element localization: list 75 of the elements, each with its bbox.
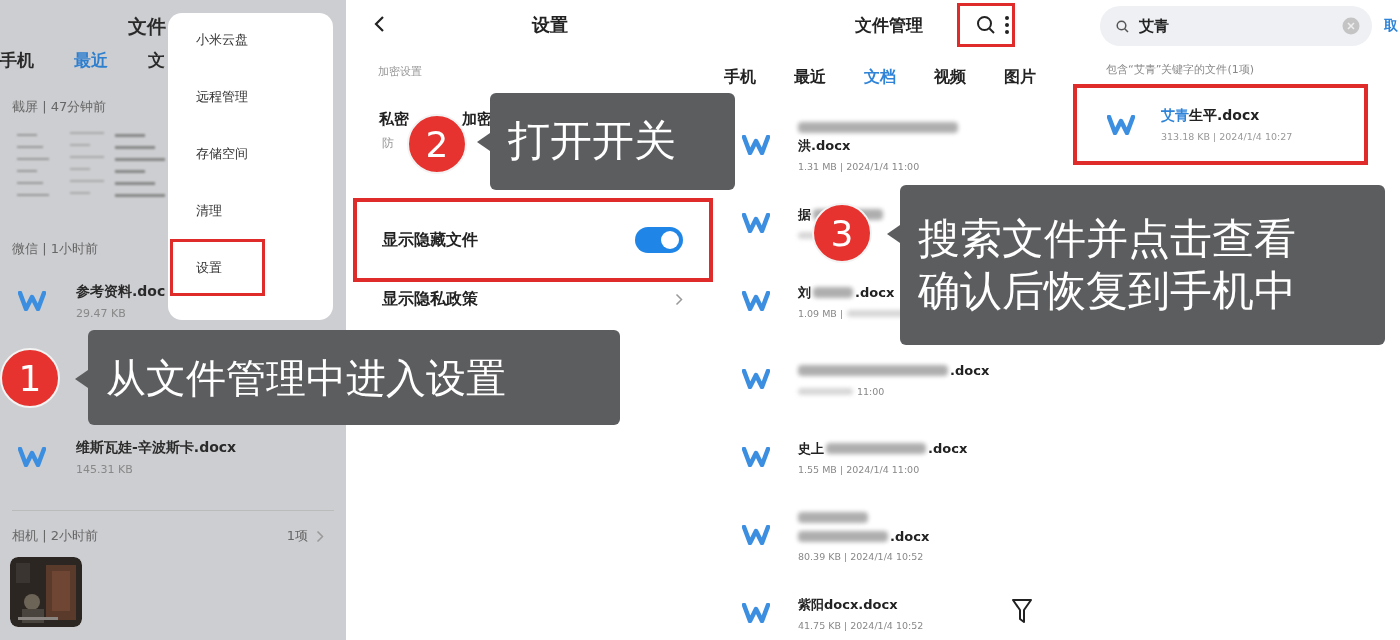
file-name: 刘 (798, 283, 811, 302)
word-document-icon (742, 603, 770, 623)
setting-subtitle: 防 (382, 135, 394, 152)
more-icon[interactable] (1005, 16, 1009, 34)
group-header: 微信 | 1小时前 (12, 240, 98, 258)
word-document-icon (742, 369, 770, 389)
menu-item[interactable]: 存储空间 (170, 125, 265, 182)
file-name: 史上 (798, 439, 824, 458)
callout-tooltip: 从文件管理中进入设置 (88, 330, 620, 425)
blurred-text (798, 387, 853, 395)
menu-item[interactable]: 小米云盘 (170, 11, 265, 68)
file-name: 洪.docx (798, 137, 851, 155)
setting-title: 显示隐藏文件 (382, 229, 478, 251)
toggle-switch[interactable] (635, 227, 683, 253)
file-meta: 11:00 (857, 385, 885, 397)
word-document-icon (742, 135, 770, 155)
group-header: 截屏 | 47分钟前 (12, 98, 107, 116)
search-field[interactable]: 艾青 (1100, 6, 1372, 46)
file-meta: 1.55 MB | 2024/1/4 11:00 (798, 463, 920, 475)
tab[interactable]: 手机 (0, 48, 34, 72)
setting-title: 私密 (379, 110, 409, 129)
word-document-icon (742, 291, 770, 311)
callout-pointer (887, 225, 900, 243)
file-name: .docx (950, 363, 990, 378)
search-result[interactable]: 艾青生平.docx 313.18 KB | 2024/1/4 10:27 (1073, 84, 1368, 165)
chevron-right-icon (675, 292, 683, 306)
tab[interactable]: 文档 (864, 66, 896, 88)
group-header: 相机 | 2小时前 (12, 527, 98, 545)
word-document-icon (742, 447, 770, 467)
callout-tooltip: 搜索文件并点击查看 确认后恢复到手机中 (900, 185, 1385, 345)
item-count: 1项 (286, 527, 308, 545)
word-document-icon (742, 525, 770, 545)
word-document-icon (18, 447, 46, 467)
blurred-text (798, 511, 868, 523)
file-name: 艾青生平.docx (1161, 107, 1261, 125)
menu-item[interactable]: 设置 (170, 239, 265, 296)
tab[interactable]: 最近 (794, 66, 826, 88)
search-icon (1116, 19, 1129, 33)
file-name: 紫阳docx.docx (798, 595, 898, 614)
tab[interactable]: 图片 (1004, 66, 1036, 88)
menu-item[interactable]: 清理 (170, 182, 265, 239)
file-meta: 1.09 MB | (798, 307, 844, 319)
screen-title: 设置 (532, 13, 568, 37)
word-document-icon (742, 213, 770, 233)
file-meta: 41.75 KB | 2024/1/4 10:52 (798, 619, 924, 631)
word-document-icon (1107, 114, 1135, 135)
file-meta: 313.18 KB | 2024/1/4 10:27 (1161, 131, 1293, 142)
file-name: .docx (928, 441, 968, 456)
tab[interactable]: 视频 (934, 66, 966, 88)
file-name: 据 (798, 205, 811, 224)
callout-tooltip: 打开开关 (490, 93, 735, 190)
file-meta: 29.47 KB (76, 306, 127, 320)
file-name: .docx (855, 285, 895, 300)
chevron-right-icon (316, 529, 324, 543)
blurred-text (813, 287, 853, 298)
tab[interactable]: 手机 (724, 66, 756, 88)
file-meta: 145.31 KB (76, 462, 134, 476)
screen-title: 文件管理 (855, 13, 924, 37)
cancel-button[interactable]: 取 (1384, 17, 1398, 35)
menu-item[interactable]: 远程管理 (170, 68, 265, 125)
setting-title[interactable]: 显示隐私政策 (382, 288, 478, 310)
tab[interactable]: 文 (148, 48, 165, 72)
file-name: 参考资料.doc (76, 282, 166, 301)
section-label: 加密设置 (377, 64, 423, 80)
callout-pointer (75, 370, 88, 388)
callout-pointer (477, 133, 490, 151)
result-summary: 包含“艾青”关键字的文件(1项) (1105, 62, 1255, 78)
file-name: 维斯瓦娃-辛波斯卡.docx (76, 438, 237, 457)
word-document-icon (18, 291, 46, 311)
search-button[interactable] (957, 3, 1015, 47)
screen-title: 文件 (128, 14, 166, 39)
file-meta: 80.39 KB | 2024/1/4 10:52 (798, 551, 924, 562)
search-icon (976, 15, 996, 35)
file-name: .docx (890, 528, 930, 544)
file-meta: 1.31 MB | 2024/1/4 11:00 (798, 161, 920, 172)
